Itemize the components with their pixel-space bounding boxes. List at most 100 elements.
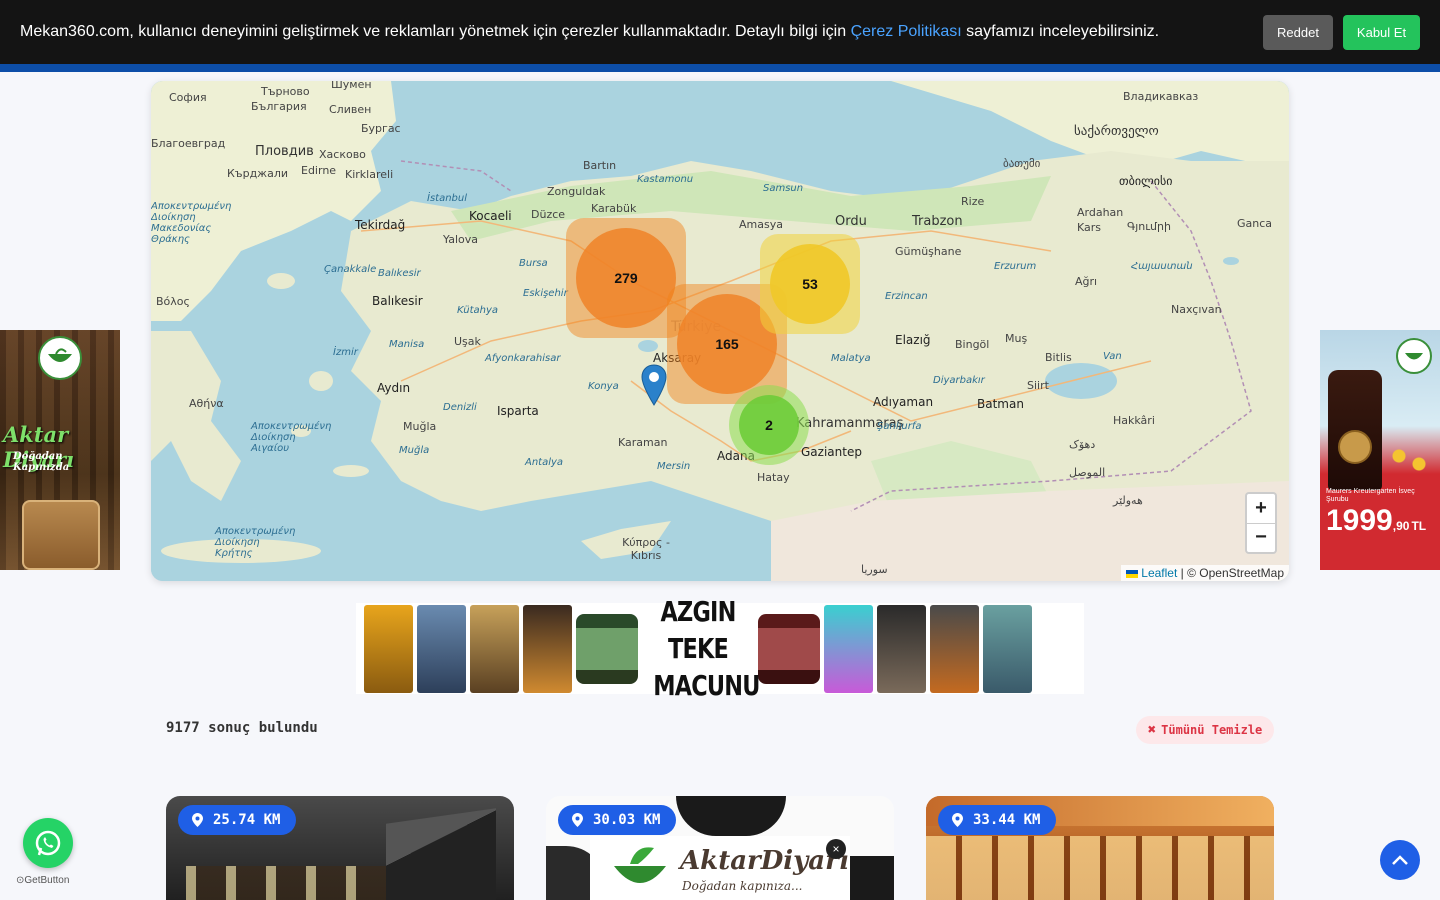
map-label-rize: Rize: [961, 195, 985, 208]
gift-basket-image: [22, 500, 100, 570]
map-pin-icon[interactable]: [641, 364, 667, 406]
distance-badge: 33.44 KM: [938, 805, 1057, 835]
price-cents: ,90: [1392, 519, 1410, 533]
map-label-gyumri: Գյումրի: [1127, 220, 1171, 233]
goat-image: [983, 604, 1032, 693]
map-label-kirklareli: Kirklareli: [345, 168, 394, 181]
map-label-konya: Konya: [588, 381, 619, 392]
scroll-to-top-button[interactable]: [1380, 840, 1420, 880]
syrup-bottle-image: [1328, 370, 1382, 490]
map-label-bursa: Bursa: [519, 258, 548, 269]
ukraine-flag-icon: [1126, 569, 1139, 578]
place-image: [676, 796, 786, 836]
goat-image: [930, 604, 979, 693]
map-label-batumi: ბათუმი: [1003, 157, 1041, 170]
price-tag: 1999,90 TL: [1326, 504, 1426, 538]
goat-image: [824, 604, 873, 693]
place-card[interactable]: 33.44 KM: [926, 796, 1274, 900]
place-image: [186, 866, 386, 900]
cluster-count: 165: [715, 336, 739, 352]
close-popup-button[interactable]: ×: [826, 839, 846, 859]
map-label-bitlis: Bitlis: [1045, 351, 1072, 364]
goat-image: [417, 604, 466, 693]
place-image: [386, 808, 496, 900]
location-pin-icon: [952, 813, 963, 827]
getbutton-credit[interactable]: ⊙GetButton: [16, 875, 69, 886]
map-label-balikesir-it: Balıkesir: [378, 268, 421, 279]
place-card[interactable]: 25.74 KM: [166, 796, 514, 900]
map-label-plovdiv: Пловдив: [255, 144, 314, 159]
header-strip: [0, 64, 1440, 72]
location-pin-icon: [192, 813, 203, 827]
popup-ad[interactable]: AktarDiyarı Doğadan kapınıza...: [590, 836, 850, 900]
map-label-mus: Muş: [1005, 332, 1028, 345]
map-label-georgia: საქართველო: [1074, 124, 1159, 139]
clear-all-button[interactable]: ✖ Tümünü Temizle: [1136, 716, 1274, 744]
map-label-vladikavkaz: Владикавказ: [1123, 90, 1199, 103]
map-label-haskovo: Хасково: [319, 148, 366, 161]
goat-image: [523, 604, 572, 693]
map-label-siirt: Siirt: [1027, 379, 1049, 392]
map-label-karabuk: Karabük: [591, 202, 637, 215]
map-label-volos: Βόλος: [156, 295, 190, 308]
map-label-adiyaman: Adıyaman: [873, 395, 934, 409]
map-label-denizli: Denizli: [443, 402, 477, 413]
right-side-ad[interactable]: Maurers Kreutergarten İsveç Şurubu 1999,…: [1320, 330, 1440, 570]
accept-cookies-button[interactable]: Kabul Et: [1343, 14, 1420, 50]
whatsapp-button[interactable]: [23, 818, 73, 868]
map-cluster-marker[interactable]: 2: [729, 385, 809, 465]
map-label-kardzhali: Кърджали: [227, 167, 288, 180]
jar-image: [576, 613, 638, 684]
flowers-image: [1384, 440, 1434, 480]
map-label-duzce: Düzce: [531, 208, 566, 221]
map-label-ardahan: Ardahan: [1077, 206, 1124, 219]
zoom-in-button[interactable]: +: [1247, 494, 1275, 524]
map-label-manisa: Manisa: [389, 339, 425, 350]
goat-image: [364, 604, 413, 693]
cookie-text-before: Mekan360.com, kullanıcı deneyimini geliş…: [20, 23, 851, 40]
cluster-count: 2: [765, 417, 773, 433]
map-label-hatay: Hatay: [757, 471, 790, 484]
map-label-burgas: Бургас: [361, 122, 401, 135]
price-currency: TL: [1411, 519, 1427, 533]
map-label-gaziantep: Gaziantep: [801, 445, 862, 459]
map-label-kibris: Κύπρος - Kıbrıs: [622, 536, 670, 562]
reject-cookies-button[interactable]: Reddet: [1263, 14, 1333, 50]
goat-image: [470, 604, 519, 693]
map-label-samsun: Samsun: [763, 183, 804, 194]
map-label-bulgaria: България: [251, 100, 307, 113]
map-attribution: Leaflet | © OpenStreetMap: [1121, 565, 1289, 581]
map-label-van: Van: [1103, 351, 1122, 362]
map-cluster-marker[interactable]: 53: [760, 234, 860, 334]
map-label-kutahya: Kütahya: [457, 305, 499, 316]
cookie-policy-link[interactable]: Çerez Politikası: [851, 23, 962, 40]
azgin-teke-banner[interactable]: AZGIN TEKE MACUNU: [356, 595, 1084, 702]
cookie-message: Mekan360.com, kullanıcı deneyimini geliş…: [20, 23, 1263, 41]
aktar-logo-icon: [1396, 338, 1432, 374]
map-container[interactable]: София България Шумен Търново Сливен Бург…: [151, 81, 1289, 581]
map-label-yalova: Yalova: [443, 233, 478, 246]
map-label-batman: Batman: [977, 397, 1024, 411]
map-label-armenia: Հայաստան: [1131, 261, 1193, 272]
cookie-banner: Mekan360.com, kullanıcı deneyimini geliş…: [0, 0, 1440, 64]
map-label-blagoevgrad: Благоевград: [151, 137, 226, 150]
left-side-ad[interactable]: Aktar Diyarı Doğadan Kapınızda: [0, 330, 120, 570]
distance-value: 30.03 KM: [593, 812, 661, 828]
map-label-aigaio: Αποκεντρωμένη Διοίκηση Αιγαίου: [251, 421, 332, 454]
map-label-tarnovo: Търново: [261, 85, 310, 98]
map-label-gumushane: Gümüşhane: [895, 245, 962, 258]
popup-title: AktarDiyarı: [680, 846, 849, 876]
zoom-out-button[interactable]: −: [1247, 524, 1275, 553]
map-label-afyon: Afyonkarahisar: [485, 353, 561, 364]
leaflet-link[interactable]: Leaflet: [1141, 566, 1177, 580]
map-label-usak: Uşak: [454, 335, 481, 348]
map-label-erzurum: Erzurum: [994, 261, 1037, 272]
map-label-sofia: София: [169, 91, 207, 104]
aktar-ad-subtitle: Doğadan Kapınızda: [13, 451, 70, 473]
map-label-edirne: Edirne: [301, 164, 337, 177]
map-label-tekirdag: Tekirdağ: [355, 218, 406, 232]
distance-badge: 30.03 KM: [558, 805, 677, 835]
map-label-trabzon: Trabzon: [912, 214, 963, 229]
getbutton-label: GetButton: [24, 875, 70, 886]
distance-value: 33.44 KM: [973, 812, 1041, 828]
